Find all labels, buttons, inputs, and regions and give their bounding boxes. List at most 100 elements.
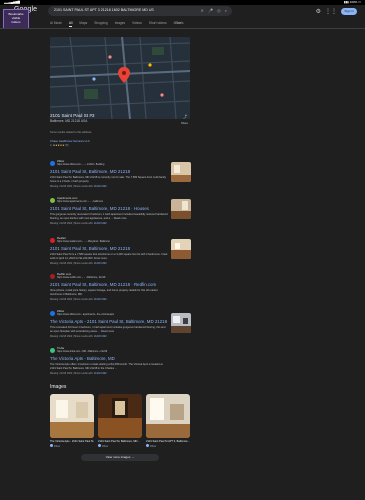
result-meta-link[interactable]: 21218 1602 <box>94 185 107 188</box>
result-thumbnail[interactable] <box>171 162 191 182</box>
close-icon[interactable]: ✕ <box>201 8 204 13</box>
image-thumbnail[interactable] <box>146 394 190 438</box>
result-thumbnail[interactable] <box>171 239 191 259</box>
search-result: Apartments.com https://www.apartments.co… <box>50 197 190 225</box>
battery-indicator: ▮▮▮ 100% ▭ <box>343 0 361 4</box>
search-result: Zillow https://www.zillow.com › ... › 21… <box>50 160 190 188</box>
search-result: Trulia https://www.trulia.com › MD › Bal… <box>50 347 190 375</box>
image-source-name: Zillow <box>102 445 109 448</box>
result-meta-text: Missing: 21218 1602 | Show results with: <box>50 222 94 226</box>
result-thumbnail[interactable] <box>171 313 191 333</box>
kp-rating: 4. ★★★★★ (5) <box>50 144 68 147</box>
image-card[interactable]: The Victoria Apts - 2101 Saint Paul St..… <box>50 394 94 448</box>
redfin-favicon-icon <box>50 273 55 279</box>
status-bar: ▂▂▃▄▅▆▇ ▮▮▮ 100% ▭ <box>0 0 365 5</box>
result-snippet: This gorgeous recently renovated 3 bedro… <box>50 213 168 220</box>
result-meta-link[interactable]: 21218 1602 <box>94 335 107 338</box>
image-source-name: Zillow <box>150 445 157 448</box>
rating-stars: ★★★★★ <box>52 144 65 147</box>
image-caption[interactable]: The Victoria Apts - 2101 Saint Paul St..… <box>50 440 94 443</box>
result-url[interactable]: https://www.apartments.com › ... › balti… <box>57 200 103 203</box>
tab-images[interactable]: Images <box>115 21 125 27</box>
result-meta: Missing: 21218 1602 | Show results with:… <box>50 222 190 225</box>
result-meta: Missing: 21218 1602 | Show results with:… <box>50 372 190 375</box>
kp-subtitle: Baltimore, MD 21218 USA <box>50 119 88 123</box>
sign-in-button[interactable]: Sign in <box>341 7 357 15</box>
result-url[interactable]: https://www.redfin.com › ... › Baltimore… <box>57 276 105 279</box>
lens-icon[interactable]: ◎ <box>217 8 221 13</box>
header-divider <box>0 28 365 29</box>
result-meta-text: Missing: 21218 1602 | Show results with: <box>50 262 94 266</box>
result-snippet: 2101 Saint Paul St is a 7,580 square foo… <box>50 253 168 260</box>
kp-title: 2101 Saint Paul St #3 <box>50 113 95 118</box>
search-result: Redfin.com https://www.redfin.com › ... … <box>50 273 190 301</box>
search-result: Zillow https://www.zillow.com › apartmen… <box>50 310 190 338</box>
result-meta: Missing: 21218 1602 | Show results with:… <box>50 185 190 188</box>
tab-maps[interactable]: Maps <box>79 21 87 27</box>
image-card[interactable]: 2101 Saint Paul St APT 3, Baltimore... Z… <box>146 394 190 448</box>
gear-icon[interactable]: ⚙ <box>316 8 321 15</box>
realtor-favicon-icon <box>50 237 55 243</box>
result-snippet: 2101 Saint Paul St, Baltimore, MD 21218 … <box>50 176 167 183</box>
result-title[interactable]: The Victoria Apts - 2101 Saint Paul St, … <box>50 319 190 324</box>
result-title[interactable]: 2101 Saint Paul St, Baltimore, MD 21218 <box>50 246 190 251</box>
result-title[interactable]: The Victoria Apts - Baltimore, MD <box>50 356 190 361</box>
zillow-favicon-icon <box>50 310 55 316</box>
header-actions: ⚙ ⋮⋮ Sign in <box>316 6 357 16</box>
images-heading: Images <box>50 384 67 390</box>
map-thumbnail[interactable] <box>50 37 190 119</box>
search-tabs: AI Mode All Maps Shopping Images Videos … <box>50 21 181 27</box>
result-title[interactable]: 2101 Saint Paul St, Baltimore, MD 21218 … <box>50 206 190 211</box>
map-graphic <box>50 37 190 119</box>
image-source: Zillow <box>50 444 94 448</box>
result-url[interactable]: https://www.zillow.com › apartments › th… <box>57 313 114 316</box>
result-meta-link[interactable]: 21218 1602 <box>94 372 107 375</box>
result-meta-link[interactable]: 21218 1602 <box>94 298 107 301</box>
result-title[interactable]: 2101 Saint Paul St, Baltimore, MD 21218 <box>50 169 190 174</box>
result-meta-text: Missing: 21218 1602 | Show results with: <box>50 298 94 302</box>
result-url[interactable]: https://www.realtor.com › ... › Maryland… <box>57 240 110 243</box>
result-url[interactable]: https://www.zillow.com › ... › 21218 › B… <box>57 163 104 166</box>
image-source-name: Zillow <box>54 445 61 448</box>
share-icon[interactable]: ⤴ <box>183 114 187 120</box>
share-label[interactable]: Share <box>181 122 188 125</box>
search-result: Realtor https://www.realtor.com › ... › … <box>50 237 190 265</box>
result-meta-text: Missing: 21218 1602 | Show results with: <box>50 372 94 376</box>
image-thumbnail[interactable] <box>50 394 94 438</box>
tab-shopping[interactable]: Shopping <box>94 21 107 27</box>
result-snippet: View photos, rental price history, squar… <box>50 289 158 296</box>
tab-ai-mode[interactable]: AI Mode <box>50 21 62 27</box>
search-icon[interactable]: ⌕ <box>225 8 227 13</box>
tab-videos[interactable]: Videos <box>132 21 142 27</box>
kp-link[interactable]: Chase Healthcare Services LLC <box>50 139 90 143</box>
result-title[interactable]: 2101 Saint Paul St, Baltimore, MD 21218 … <box>50 282 190 287</box>
image-source: Zillow <box>98 444 142 448</box>
search-bar[interactable]: 2101 SAINT PAUL ST APT 3 21218 1602 BALT… <box>48 6 232 16</box>
kp-note: Some results related to this address <box>50 131 92 134</box>
result-meta-link[interactable]: 21218 1602 <box>94 222 107 225</box>
apartments-favicon-icon <box>50 197 55 203</box>
view-more-images-button[interactable]: View more images → <box>81 454 159 461</box>
bookmark-overlay: Bookmarks visible folders <box>3 9 29 29</box>
result-meta: Missing: 21218 1602 | Show results with:… <box>50 298 190 301</box>
mic-icon[interactable]: 🎤 <box>208 8 213 13</box>
image-caption[interactable]: 2101 Saint Paul St APT 3, Baltimore... <box>146 440 190 443</box>
result-thumbnail[interactable] <box>171 199 191 219</box>
image-caption[interactable]: 2101 Saint Paul St, Baltimore, MD... <box>98 440 142 443</box>
result-url[interactable]: https://www.trulia.com › MD › Baltimore … <box>57 350 107 353</box>
result-meta-text: Missing: 21218 1602 | Show results with: <box>50 185 94 189</box>
image-source: Zillow <box>146 444 190 448</box>
result-meta: Missing: 21218 1602 | Show results with:… <box>50 262 190 265</box>
tab-short-videos[interactable]: Short videos <box>149 21 167 27</box>
search-input[interactable]: 2101 SAINT PAUL ST APT 3 21218 1602 BALT… <box>54 8 154 12</box>
apps-icon[interactable]: ⋮⋮ <box>325 8 337 15</box>
result-snippet: This renovated 3rd level 1 bedroom, 1 ba… <box>50 326 166 333</box>
tools-button[interactable]: Tools <box>176 21 183 25</box>
result-meta-link[interactable]: 21218 1602 <box>94 262 107 265</box>
image-card[interactable]: 2101 Saint Paul St, Baltimore, MD... Zil… <box>98 394 142 448</box>
image-thumbnail[interactable] <box>98 394 142 438</box>
tab-all[interactable]: All <box>68 21 73 27</box>
rating-value: 4. <box>50 144 53 147</box>
rating-count: (5) <box>65 144 69 147</box>
bookmark-overlay-text: Bookmarks visible folders <box>8 12 24 24</box>
